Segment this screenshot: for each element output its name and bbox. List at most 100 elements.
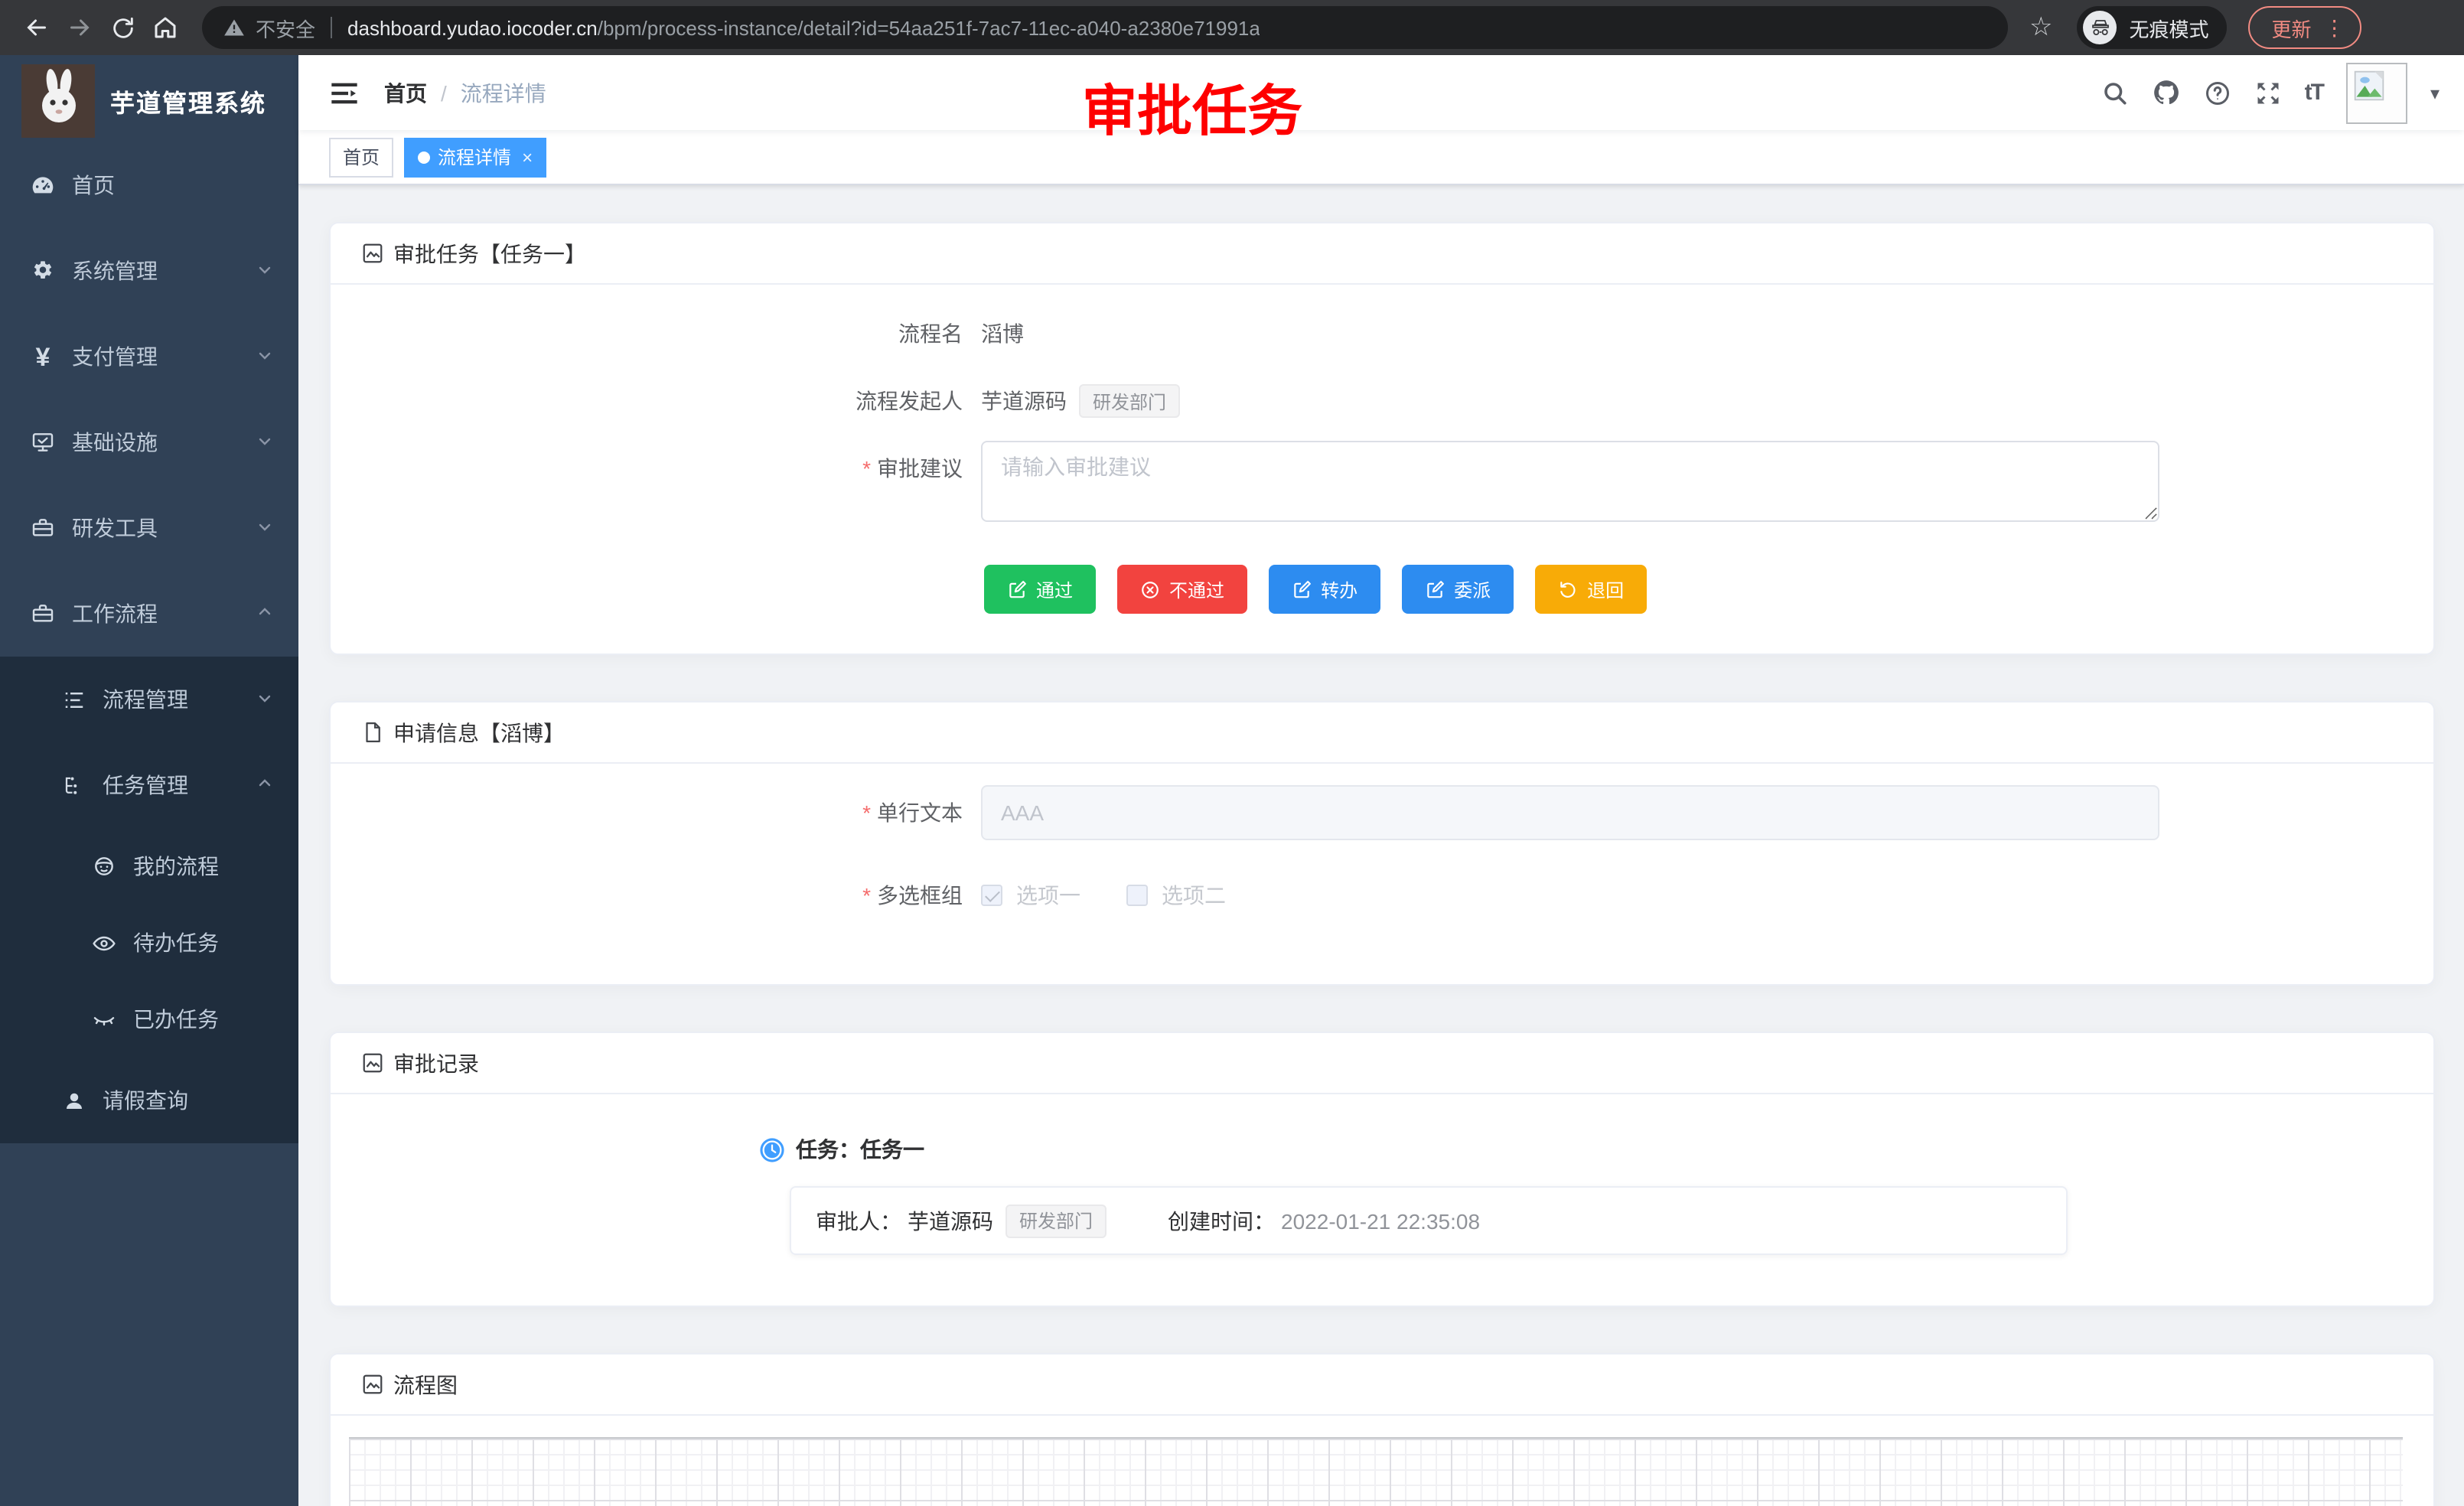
checkbox-option-2[interactable]: 选项二	[1126, 880, 1226, 911]
home-icon[interactable]	[144, 6, 187, 49]
divider	[331, 17, 332, 38]
edit-icon	[1007, 579, 1027, 599]
card-header: 审批记录	[331, 1033, 2433, 1094]
checkbox-checked-icon	[981, 885, 1002, 906]
monitor-icon	[31, 430, 55, 455]
sidebar-item-process-management[interactable]: 流程管理	[0, 657, 298, 742]
reject-button[interactable]: 不通过	[1117, 565, 1247, 614]
sidebar-item-label: 任务管理	[103, 770, 256, 800]
font-size-icon[interactable]: tT	[2305, 80, 2323, 106]
sidebar-item-label: 研发工具	[72, 513, 256, 543]
card-header: 审批任务【任务一】	[331, 223, 2433, 285]
field-label: *多选框组	[361, 868, 981, 923]
breadcrumb-home-link[interactable]: 首页	[384, 77, 427, 108]
back-icon[interactable]	[15, 6, 58, 49]
chevron-down-icon	[256, 259, 274, 283]
sidebar-item-label: 待办任务	[133, 927, 274, 958]
button-label: 通过	[1036, 576, 1073, 602]
transfer-button[interactable]: 转办	[1269, 565, 1380, 614]
checkbox-unchecked-icon	[1126, 885, 1148, 906]
workflow-submenu: 流程管理 任务管理	[0, 657, 298, 1143]
single-line-text-input[interactable]	[981, 785, 2159, 840]
checkbox-label: 选项二	[1162, 880, 1226, 911]
edit-icon	[1425, 579, 1445, 599]
sidebar-item-payment[interactable]: ¥ 支付管理	[0, 314, 298, 399]
app-logo	[21, 64, 95, 138]
checkbox-option-1[interactable]: 选项一	[981, 880, 1080, 911]
avatar[interactable]	[2346, 62, 2407, 123]
edit-icon	[1292, 579, 1312, 599]
field-label: *单行文本	[361, 785, 981, 840]
card-header: 流程图	[331, 1354, 2433, 1416]
timeline-task-title: 任务：任务一	[796, 1134, 924, 1165]
sidebar-item-label: 基础设施	[72, 427, 256, 458]
app-navbar: 首页 / 流程详情 t	[298, 55, 2464, 130]
sidebar-item-todo-tasks[interactable]: 待办任务	[0, 905, 298, 981]
sidebar-item-label: 我的流程	[133, 851, 274, 882]
not-secure-warning-icon	[223, 17, 245, 38]
delegate-button[interactable]: 委派	[1402, 565, 1514, 614]
sidebar-item-label: 工作流程	[72, 598, 256, 629]
incognito-label: 无痕模式	[2130, 13, 2209, 42]
caret-down-icon[interactable]: ▾	[2430, 82, 2440, 103]
picture-icon	[361, 242, 384, 265]
tree-table-icon	[61, 687, 86, 712]
suggestion-textarea[interactable]	[981, 441, 2159, 522]
assignee-value: 芋道源码	[908, 1205, 993, 1236]
sidebar-item-infrastructure[interactable]: 基础设施	[0, 399, 298, 485]
checkbox-group: 选项一 选项二	[981, 880, 1226, 911]
broken-image-icon	[2352, 68, 2386, 102]
chevron-down-icon	[256, 344, 274, 369]
field-label: *审批建议	[361, 441, 981, 496]
sidebar-item-dev-tools[interactable]: 研发工具	[0, 485, 298, 571]
annotation-overlay: 审批任务	[1082, 67, 1302, 147]
card-title: 申请信息【滔博】	[393, 717, 565, 748]
app-title: 芋道管理系统	[110, 83, 266, 119]
sidebar-item-my-process[interactable]: 我的流程	[0, 828, 298, 905]
sidebar-toggle-icon[interactable]	[329, 77, 360, 108]
breadcrumb: 首页 / 流程详情	[384, 77, 546, 108]
dept-tag: 研发部门	[1005, 1204, 1107, 1237]
reload-icon[interactable]	[101, 6, 144, 49]
browser-update-button[interactable]: 更新 ⋮	[2249, 6, 2362, 49]
help-icon[interactable]	[2204, 79, 2231, 106]
browser-toolbar: 不安全 dashboard.yudao.iocoder.cn/bpm/proce…	[0, 0, 2464, 55]
sidebar-item-task-management[interactable]: 任务管理	[0, 742, 298, 828]
tab-close-icon[interactable]: ×	[522, 146, 533, 168]
approval-record-card: 审批记录 任务：任务一 审批人：芋道源码 研发部门 创建时间：	[329, 1032, 2435, 1307]
forward-icon[interactable]	[58, 6, 101, 49]
card-title: 审批记录	[393, 1048, 479, 1078]
clock-icon	[759, 1136, 785, 1162]
tab-label: 流程详情	[438, 144, 511, 170]
browser-menu-icon[interactable]: ⋮	[2324, 15, 2345, 41]
sidebar-item-system[interactable]: 系统管理	[0, 228, 298, 314]
toolbox-icon	[31, 601, 55, 626]
sidebar-item-label: 请假查询	[103, 1085, 274, 1116]
sidebar-item-done-tasks[interactable]: 已办任务	[0, 981, 298, 1058]
sidebar-item-workflow[interactable]: 工作流程	[0, 571, 298, 657]
sidebar-item-leave-query[interactable]: 请假查询	[0, 1058, 298, 1143]
eye-closed-icon	[92, 1007, 116, 1032]
tab-process-detail[interactable]: 流程详情 ×	[404, 137, 546, 177]
chevron-up-icon	[256, 773, 274, 797]
github-icon[interactable]	[2152, 78, 2181, 107]
button-label: 不通过	[1169, 576, 1224, 602]
bookmark-star-icon[interactable]: ☆	[2029, 12, 2053, 43]
sidebar-item-home[interactable]: 首页	[0, 142, 298, 228]
approval-actions: 通过 不通过 转办 委	[984, 565, 2403, 614]
app-logo-row[interactable]: 芋道管理系统	[0, 63, 298, 139]
bpmn-diagram-canvas[interactable]	[349, 1437, 2403, 1506]
chevron-down-icon	[256, 687, 274, 712]
tab-label: 首页	[343, 144, 380, 170]
process-name-value: 滔博	[981, 318, 1024, 349]
address-bar[interactable]: 不安全 dashboard.yudao.iocoder.cn/bpm/proce…	[202, 6, 2008, 49]
card-title: 流程图	[393, 1369, 458, 1400]
url-path: /bpm/process-instance/detail?id=54aa251f…	[598, 16, 1260, 39]
fullscreen-icon[interactable]	[2254, 79, 2282, 106]
search-icon[interactable]	[2101, 79, 2129, 106]
approve-button[interactable]: 通过	[984, 565, 1096, 614]
tab-home[interactable]: 首页	[329, 137, 393, 177]
org-tree-icon	[61, 773, 86, 797]
return-button[interactable]: 退回	[1535, 565, 1647, 614]
field-label: 流程发起人	[361, 373, 981, 429]
